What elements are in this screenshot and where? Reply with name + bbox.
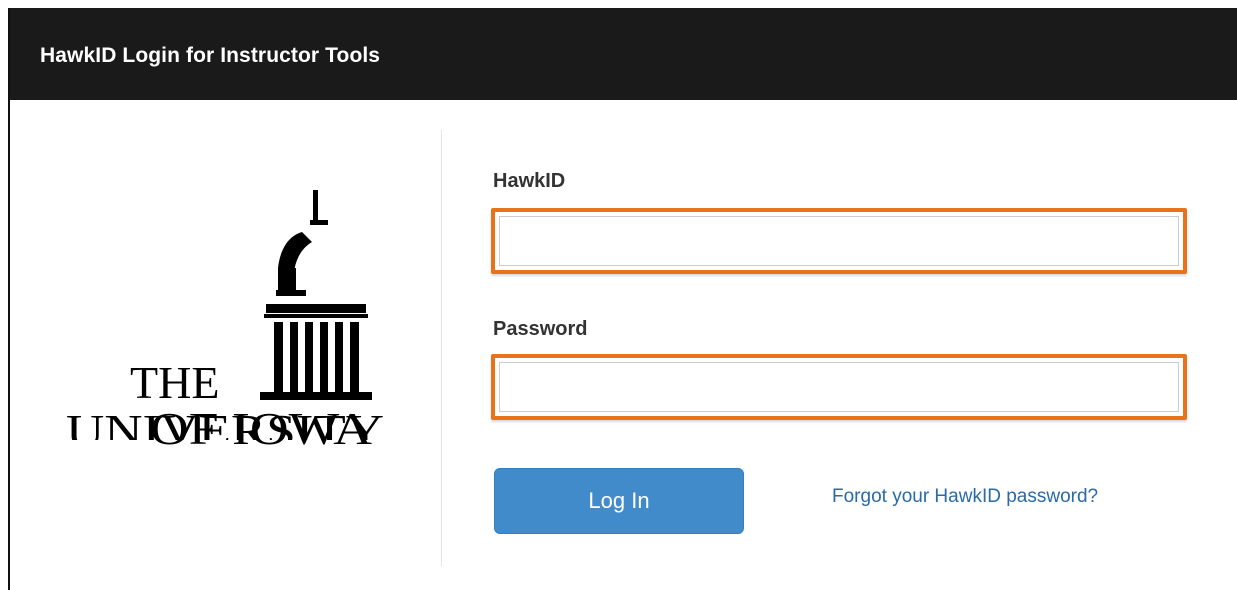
forgot-password-link[interactable]: Forgot your HawkID password? [832, 486, 1098, 508]
password-field-highlight [491, 354, 1187, 420]
hawkid-input[interactable] [499, 216, 1179, 266]
page-title: HawkID Login for Instructor Tools [40, 44, 381, 67]
old-capitol-dome-logo-icon: THE UNIVERSITY [66, 190, 384, 440]
hawkid-label: HawkID [493, 170, 566, 192]
login-button[interactable]: Log In [494, 468, 744, 534]
dome-graphic [260, 190, 372, 400]
password-label: Password [493, 318, 588, 340]
logo-text-of-iowa: OF IOWA [150, 403, 372, 454]
logo-text-block: OF IOWA [150, 403, 372, 454]
header-bar: HawkID Login for Instructor Tools [10, 8, 1237, 100]
university-logo: THE UNIVERSITY OF IOWA [10, 100, 440, 590]
password-input[interactable] [499, 362, 1179, 412]
login-window: HawkID Login for Instructor Tools THE UN… [8, 8, 1237, 590]
vertical-divider [441, 130, 442, 566]
hawkid-field-highlight [491, 208, 1187, 274]
